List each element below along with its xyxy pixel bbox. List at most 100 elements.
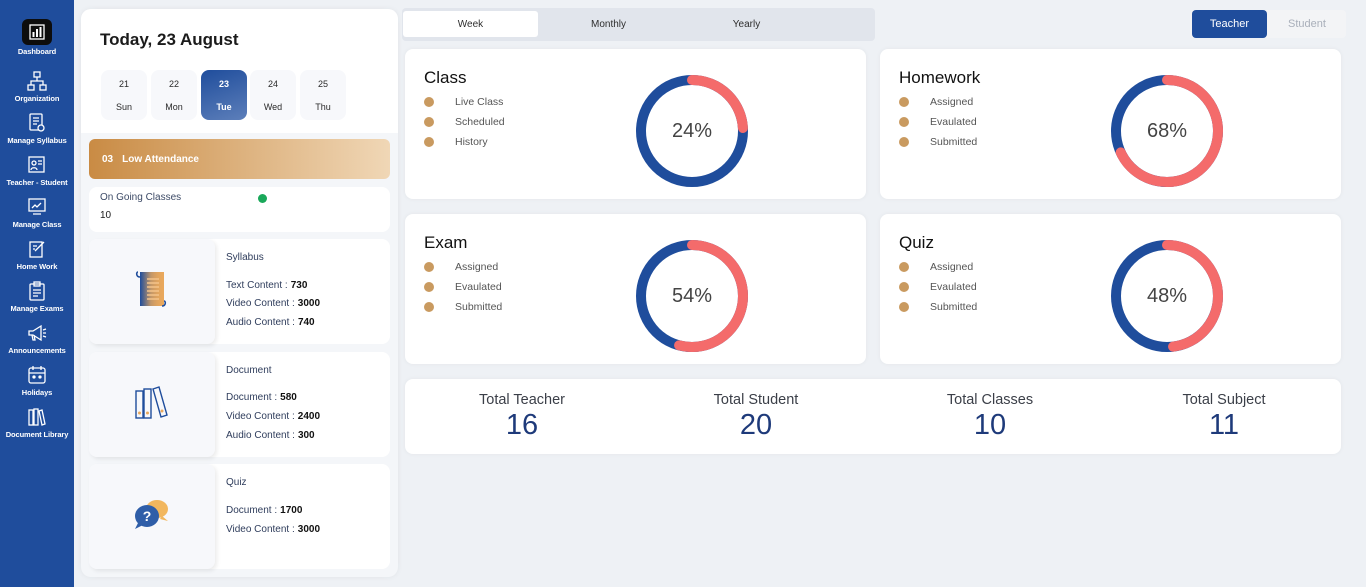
line-label: Document : (226, 392, 278, 403)
organization-icon (26, 70, 48, 92)
low-attendance-banner[interactable]: 03 Low Attendance (89, 139, 390, 179)
line-label: Audio Content : (226, 430, 295, 441)
syllabus-line: Text Content :730 (226, 280, 307, 291)
line-value: 3000 (297, 298, 321, 309)
legend-label: Submitted (930, 301, 978, 313)
class-stat-card[interactable]: Class Live Class Scheduled History 24% (405, 49, 866, 199)
syllabus-line: Video Content :3000 (226, 298, 320, 309)
line-value: 730 (290, 280, 308, 291)
date-card: Today, 23 August 21 Sun 22 Mon 23 Tue 24 Wed… (81, 9, 398, 133)
day-name: Wed (263, 101, 283, 112)
sidebar-item-dashboard[interactable]: Dashboard (0, 19, 74, 56)
legend-item: Scheduled (424, 116, 505, 128)
document-line: Video Content :2400 (226, 411, 320, 422)
left-panel: Today, 23 August 21 Sun 22 Mon 23 Tue 24 Wed… (81, 9, 398, 577)
legend-label: Evaulated (930, 281, 977, 293)
legend-label: Live Class (455, 96, 504, 108)
day-name: Thu (315, 101, 331, 112)
total-value: 11 (1208, 409, 1240, 441)
sidebar-label: Document Library (5, 430, 69, 439)
syllabus-title: Syllabus (226, 252, 264, 263)
day-number: 25 (317, 78, 328, 89)
document-card[interactable]: Document Document :580 Video Content :24… (89, 352, 390, 457)
quiz-stat-card[interactable]: Quiz Assigned Evaulated Submitted 48% (880, 214, 1341, 364)
tab-week[interactable]: Week (403, 11, 538, 37)
day-name: Mon (165, 101, 183, 112)
quiz-title: Quiz (226, 477, 247, 488)
legend-dot (424, 282, 434, 292)
syllabus-card[interactable]: Syllabus Text Content :730 Video Content… (89, 239, 390, 344)
day-mon[interactable]: 22 Mon (151, 70, 197, 120)
class-percent: 24% (671, 119, 713, 142)
day-sun[interactable]: 21 Sun (101, 70, 147, 120)
line-value: 3000 (297, 524, 321, 535)
day-name: Tue (216, 101, 232, 112)
total-label: Total Classes (946, 392, 1034, 408)
totals-bar: Total Teacher 16 Total Student 20 Total Cl… (405, 379, 1341, 454)
line-value: 1700 (280, 505, 303, 516)
sidebar-label: Home Work (16, 262, 58, 271)
document-title: Document (226, 365, 272, 376)
total-value: 10 (973, 409, 1007, 441)
total-subject: Total Subject 11 (1124, 392, 1324, 442)
day-number: 22 (168, 78, 179, 89)
sidebar-item-manage-syllabus[interactable]: Manage Syllabus (0, 112, 74, 145)
sidebar-item-home-work[interactable]: Home Work (0, 238, 74, 271)
line-label: Video Content : (226, 298, 295, 309)
day-wed[interactable]: 24 Wed (250, 70, 296, 120)
day-name: Sun (115, 101, 132, 112)
ongoing-value: 10 (100, 210, 112, 221)
day-tue-selected[interactable]: 23 Tue (201, 70, 247, 120)
exam-percent: 54% (671, 284, 713, 307)
day-number: 21 (118, 78, 129, 89)
tab-yearly[interactable]: Yearly (679, 11, 814, 37)
sidebar-item-document-library[interactable]: Document Library (0, 406, 74, 439)
legend-item: Assigned (424, 261, 498, 273)
day-thu[interactable]: 25 Thu (300, 70, 346, 120)
legend-label: Submitted (455, 301, 503, 313)
legend-dot (899, 137, 909, 147)
legend-item: Assigned (899, 261, 973, 273)
legend-dot (899, 282, 909, 292)
legend-dot (424, 302, 434, 312)
sidebar-label: Manage Syllabus (7, 136, 67, 145)
legend-item: Submitted (899, 136, 977, 148)
sidebar-item-teacher-student[interactable]: Teacher - Student (0, 154, 74, 187)
day-number: 23 (218, 78, 229, 89)
ongoing-label: On Going Classes (100, 192, 182, 203)
sidebar-item-manage-exams[interactable]: Manage Exams (0, 280, 74, 313)
homework-stat-card[interactable]: Homework Assigned Evaulated Submitted 68… (880, 49, 1341, 199)
question-chat-icon: ? (132, 496, 172, 537)
teacher-student-icon (26, 154, 48, 176)
sidebar-item-manage-class[interactable]: Manage Class (0, 196, 74, 229)
sidebar-label: Manage Class (12, 220, 62, 229)
calendar-icon (26, 364, 48, 386)
scroll-icon (134, 269, 170, 314)
sidebar-item-holidays[interactable]: Holidays (0, 364, 74, 397)
legend-label: Assigned (930, 96, 974, 108)
homework-percent: 68% (1146, 119, 1188, 142)
sidebar-item-announcements[interactable]: Announcements (0, 322, 74, 355)
exam-stat-card[interactable]: Exam Assigned Evaulated Submitted 54% (405, 214, 866, 364)
line-value: 740 (297, 317, 315, 328)
total-value: 20 (739, 409, 773, 441)
quiz-line: Video Content :3000 (226, 524, 320, 535)
legend-item: Live Class (424, 96, 503, 108)
ongoing-classes-card[interactable]: On Going Classes 10 (89, 187, 390, 232)
tab-monthly[interactable]: Monthly (541, 11, 676, 37)
line-label: Video Content : (226, 524, 295, 535)
syllabus-icon (26, 112, 48, 134)
sidebar-item-organization[interactable]: Organization (0, 70, 74, 103)
teacher-toggle[interactable]: Teacher (1192, 10, 1267, 38)
quiz-card[interactable]: ? Quiz Document :1700 Video Content :300… (89, 464, 390, 569)
total-classes: Total Classes 10 (890, 392, 1090, 442)
student-toggle[interactable]: Student (1268, 10, 1346, 38)
exams-icon (26, 280, 48, 302)
sidebar: Dashboard Organization Manage Syllabus T… (0, 0, 74, 587)
legend-dot (424, 262, 434, 272)
class-icon (26, 196, 48, 218)
legend-dot (424, 97, 434, 107)
low-attendance-count: 03 (102, 153, 114, 165)
legend-dot (899, 97, 909, 107)
legend-label: Assigned (455, 261, 499, 273)
